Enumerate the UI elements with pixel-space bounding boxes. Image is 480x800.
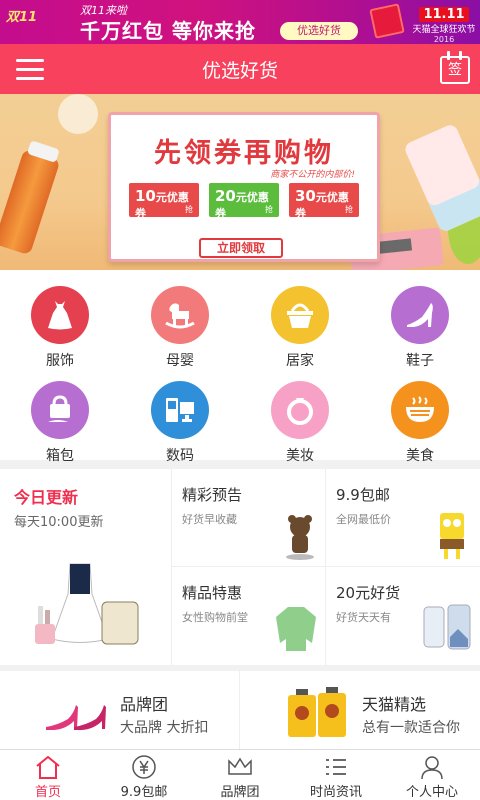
card-title: 20元好货: [336, 584, 401, 602]
coupon-amount: 20: [215, 187, 236, 205]
brand-sub: 大品牌 大折扣: [120, 720, 209, 736]
coupon-list: 10元优惠券 抢 20元优惠券 抢 30元优惠券 抢: [129, 183, 365, 223]
sponge-toy-image: [440, 513, 464, 559]
brand-group-card[interactable]: 品牌团 大品牌 大折扣: [0, 671, 240, 749]
home-icon: [36, 755, 60, 779]
list-icon: [326, 759, 346, 775]
today-update-sub: 每天10:00更新: [14, 515, 104, 530]
card-title: 精品特惠: [182, 584, 243, 602]
card-sub: 好货天天有: [336, 611, 391, 624]
juicer-bottle-image: [0, 148, 61, 256]
sign-in-calendar-icon[interactable]: 签: [440, 51, 470, 85]
category-grid: 服饰 母婴 居家 鞋子 箱包 数码 美妆 美食: [0, 270, 480, 464]
promo-button[interactable]: 优选好货: [280, 22, 358, 40]
tmall-title: 11.11: [419, 7, 469, 22]
page-title: 优选好货: [201, 60, 278, 82]
coupon-amount: 30: [295, 187, 316, 205]
high-heel-icon: [391, 286, 449, 344]
preview-card[interactable]: 精彩预告 好货早收藏: [172, 469, 326, 567]
phone-case-image: [402, 122, 480, 234]
twenty-yuan-card[interactable]: 20元好货 好货天天有: [326, 567, 480, 665]
promo-tag: 双11: [6, 10, 38, 25]
tab-label: 品牌团: [220, 785, 260, 800]
category-label: 箱包: [46, 448, 74, 464]
tab-label: 个人中心: [405, 785, 458, 800]
category-baby[interactable]: 母婴: [120, 270, 240, 369]
tmall-year: 2016: [433, 35, 455, 44]
red-envelope-icon: [369, 3, 405, 39]
app-root: 双11 双11来啦 千万红包 等你来抢 优选好货 11.11 天猫全球狂欢节 2…: [0, 0, 480, 800]
coupon-10[interactable]: 10元优惠券 抢: [129, 183, 199, 220]
category-home[interactable]: 居家: [240, 270, 360, 369]
bowl-icon: [391, 381, 449, 439]
promo-line2: 千万红包 等你来抢: [80, 19, 256, 43]
brand-title: 品牌团: [120, 695, 169, 714]
card-title: 9.9包邮: [336, 486, 390, 504]
hero-subtitle: 商家不公开的内部价!: [270, 170, 355, 180]
claim-now-button[interactable]: 立即领取: [199, 238, 283, 258]
special-offer-card[interactable]: 精品特惠 女性购物前堂: [172, 567, 326, 665]
coupon-grab: 抢: [265, 205, 273, 214]
basket-icon: [271, 286, 329, 344]
tab-fashion-news[interactable]: 时尚资讯: [288, 750, 384, 800]
tab-home[interactable]: 首页: [0, 750, 96, 800]
sweater-image: [276, 607, 316, 651]
feature-modules: 今日更新 每天10:00更新 精彩预告 好货早收藏 9.9包邮 全网最低价 精品…: [0, 469, 480, 665]
category-beauty[interactable]: 美妆: [240, 365, 360, 464]
suitcase-image: [288, 687, 346, 737]
sign-in-label: 签: [440, 56, 470, 84]
dress-bag-image: [35, 563, 139, 645]
tab-profile[interactable]: 个人中心: [384, 750, 480, 800]
category-label: 数码: [166, 448, 194, 464]
tmall-sub: 天猫全球狂欢节: [412, 25, 476, 35]
coupon-30[interactable]: 30元优惠券 抢: [289, 183, 359, 220]
brand-title: 天猫精选: [362, 695, 427, 714]
today-update-card[interactable]: 今日更新 每天10:00更新: [0, 469, 172, 665]
tmall-select-card[interactable]: 天猫精选 总有一款适合你: [240, 671, 480, 749]
bear-figure-image: [286, 515, 314, 560]
category-label: 美食: [406, 448, 434, 464]
category-label: 美妆: [286, 448, 314, 464]
hero-headline: 先领券再购物: [154, 138, 334, 169]
coupon-amount: 10: [135, 187, 156, 205]
category-food[interactable]: 美食: [360, 365, 480, 464]
category-clothing[interactable]: 服饰: [0, 270, 120, 369]
bottom-nav: 首页 9.9包邮 品牌团 时尚资讯 个人中心: [0, 749, 480, 800]
category-digital[interactable]: 数码: [120, 365, 240, 464]
card-sub: 全网最低价: [336, 513, 391, 526]
rocking-horse-icon: [151, 286, 209, 344]
card-title: 精彩预告: [182, 486, 243, 504]
tab-brand-group[interactable]: 品牌团: [192, 750, 288, 800]
tab-label: 首页: [34, 785, 61, 800]
card-sub: 好货早收藏: [182, 513, 237, 526]
tab-label: 9.9包邮: [120, 785, 168, 800]
card-sub: 女性购物前堂: [182, 611, 248, 624]
free-shipping-card[interactable]: 9.9包邮 全网最低价: [326, 469, 480, 567]
coupon-board: 先领券再购物 商家不公开的内部价! 10元优惠券 抢 20元优惠券 抢 30元优…: [108, 112, 380, 262]
coupon-grab: 抢: [185, 205, 193, 214]
coupon-20[interactable]: 20元优惠券 抢: [209, 183, 279, 220]
app-header: 优选好货 签: [0, 44, 480, 94]
devices-icon: [151, 381, 209, 439]
brand-modules: 品牌团 大品牌 大折扣 天猫精选 总有一款适合你: [0, 671, 480, 749]
glass-decor: [58, 94, 98, 134]
tab-free-shipping[interactable]: 9.9包邮: [96, 750, 192, 800]
person-icon: [421, 756, 443, 780]
handbag-icon: [31, 381, 89, 439]
tmall-logo: 11.11 天猫全球狂欢节 2016: [412, 3, 476, 44]
hero-banner[interactable]: 先领券再购物 商家不公开的内部价! 10元优惠券 抢 20元优惠券 抢 30元优…: [0, 94, 480, 270]
today-update-title: 今日更新: [14, 488, 79, 507]
crown-icon: [228, 757, 252, 775]
dress-icon: [31, 286, 89, 344]
pink-heels-image: [46, 705, 106, 730]
coupon-grab: 抢: [345, 205, 353, 214]
ring-icon: [271, 381, 329, 439]
phone-cases-image: [423, 604, 471, 650]
category-bags[interactable]: 箱包: [0, 365, 120, 464]
category-shoes[interactable]: 鞋子: [360, 270, 480, 369]
tab-label: 时尚资讯: [309, 785, 362, 800]
yuan-icon: [132, 755, 156, 779]
promo-banner[interactable]: 双11 双11来啦 千万红包 等你来抢 优选好货 11.11 天猫全球狂欢节 2…: [0, 0, 480, 44]
brand-sub: 总有一款适合你: [362, 720, 460, 736]
